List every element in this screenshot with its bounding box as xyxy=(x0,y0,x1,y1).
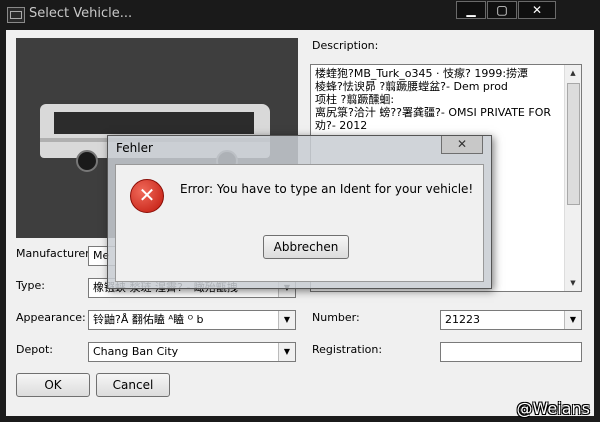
close-button[interactable]: ✕ xyxy=(518,1,556,19)
description-label: Description: xyxy=(312,39,379,52)
select-vehicle-window: Select Vehicle... ▁ ▢ ✕ Description: 楼蝰狍… xyxy=(0,0,600,422)
cancel-button[interactable]: Cancel xyxy=(96,373,170,397)
number-select[interactable]: 21223 ▼ xyxy=(440,310,582,330)
ok-button[interactable]: OK xyxy=(16,373,90,397)
chevron-down-icon[interactable]: ▼ xyxy=(278,343,295,361)
error-dialog-close-button[interactable]: ✕ xyxy=(441,136,483,154)
minimize-button[interactable]: ▁ xyxy=(456,1,486,19)
app-icon xyxy=(7,7,25,23)
appearance-select[interactable]: 铃鼬?Å 翻佑瞌 ᴬ瞌 ᴼ b ▼ xyxy=(88,310,296,330)
error-icon: ✕ xyxy=(130,179,164,213)
type-label: Type: xyxy=(16,279,45,292)
description-scrollbar[interactable]: ▲ ▼ xyxy=(564,65,581,291)
depot-value: Chang Ban City xyxy=(93,345,179,358)
scroll-up-icon[interactable]: ▲ xyxy=(565,65,581,81)
scroll-thumb[interactable] xyxy=(567,83,580,205)
manufacturer-label: Manufacturer: xyxy=(16,247,94,260)
abbrechen-button[interactable]: Abbrechen xyxy=(263,235,349,259)
depot-label: Depot: xyxy=(16,343,53,356)
maximize-button[interactable]: ▢ xyxy=(487,1,517,19)
chevron-down-icon[interactable]: ▼ xyxy=(278,311,295,329)
title-bar[interactable]: Select Vehicle... ▁ ▢ ✕ xyxy=(0,0,600,30)
error-dialog-title: Fehler xyxy=(116,141,153,155)
bus-wheel xyxy=(76,150,98,172)
number-label: Number: xyxy=(312,311,360,324)
appearance-label: Appearance: xyxy=(16,311,86,324)
window-title: Select Vehicle... xyxy=(29,6,133,21)
scroll-down-icon[interactable]: ▼ xyxy=(565,275,581,291)
chevron-down-icon[interactable]: ▼ xyxy=(564,311,581,329)
number-value: 21223 xyxy=(445,313,480,326)
depot-select[interactable]: Chang Ban City ▼ xyxy=(88,342,296,362)
error-dialog-body: ✕ Error: You have to type an Ident for y… xyxy=(115,164,484,282)
appearance-value: 铃鼬?Å 翻佑瞌 ᴬ瞌 ᴼ b xyxy=(93,313,204,326)
registration-input[interactable] xyxy=(440,342,582,362)
watermark-text: @Weians xyxy=(516,399,590,418)
error-dialog: Fehler ✕ ✕ Error: You have to type an Id… xyxy=(107,135,492,289)
error-message: Error: You have to type an Ident for you… xyxy=(180,182,474,196)
registration-label: Registration: xyxy=(312,343,383,356)
